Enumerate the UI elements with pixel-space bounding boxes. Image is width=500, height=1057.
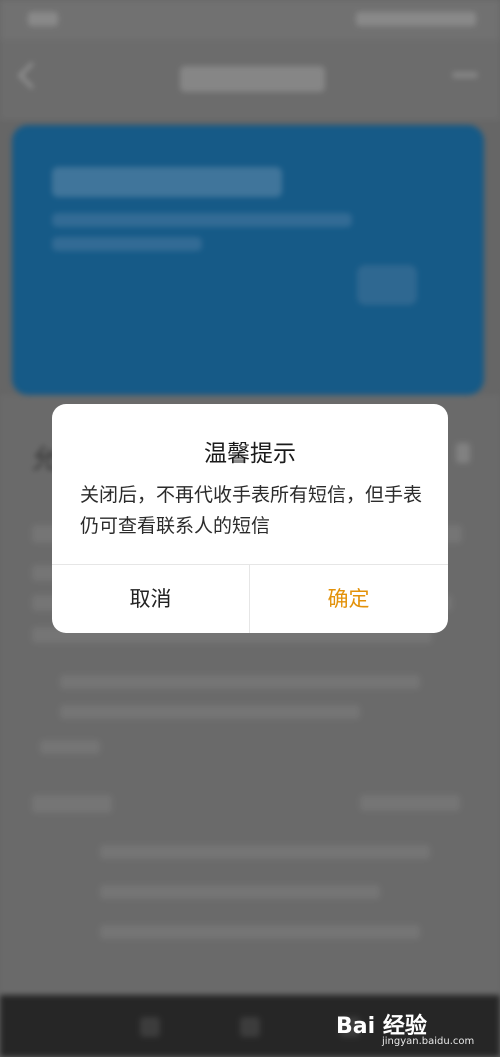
watermark-url: jingyan.baidu.com	[382, 1036, 475, 1047]
dialog-title: 温馨提示	[204, 441, 296, 467]
dialog-message: 关闭后，不再代收手表所有短信，但手表仍可查看联系人的短信	[80, 484, 423, 537]
cancel-button[interactable]: 取消	[52, 565, 249, 633]
confirm-dialog: 温馨提示 关闭后，不再代收手表所有短信，但手表仍可查看联系人的短信 取消 确定	[52, 404, 448, 633]
confirm-button[interactable]: 确定	[250, 565, 447, 633]
dialog-actions: 取消 确定	[52, 564, 448, 633]
baidu-jingyan-watermark: Bai 经验 jingyan.baidu.com	[336, 1004, 488, 1050]
